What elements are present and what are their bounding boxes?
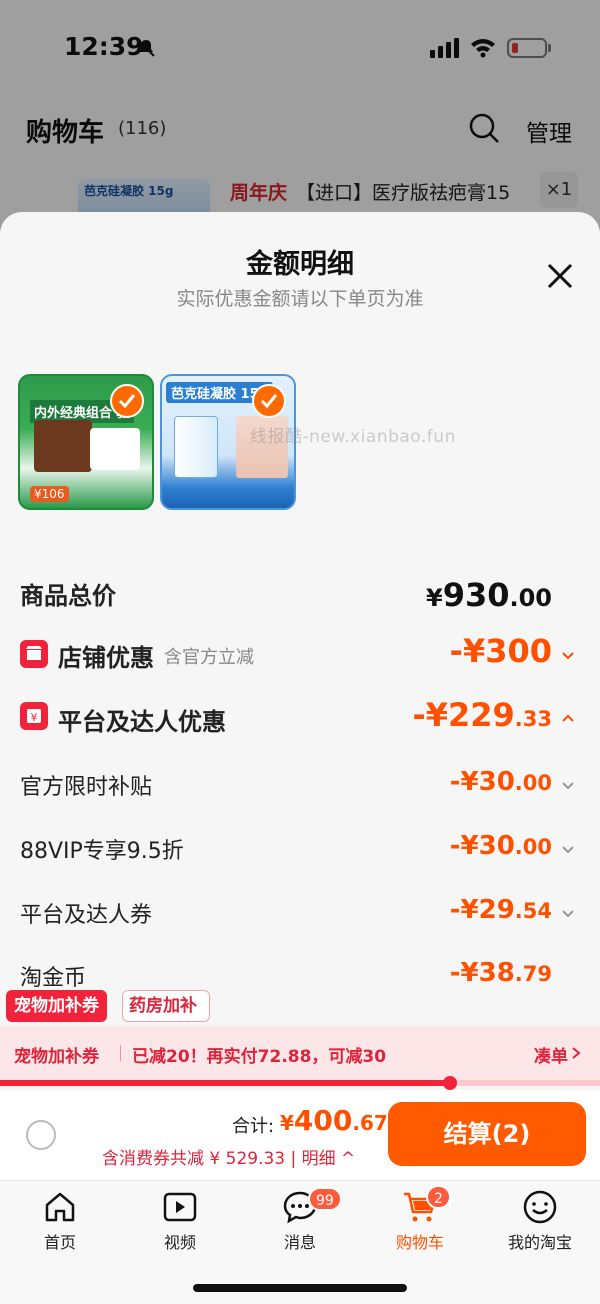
price-dec: .67 xyxy=(352,1111,388,1135)
price-int: -¥38 xyxy=(449,958,515,988)
tab-label: 消息 xyxy=(283,1233,316,1252)
shop-discount-label: 店铺优惠 xyxy=(58,644,154,672)
product-2-tube xyxy=(174,416,218,478)
sum-value: ¥400.67 xyxy=(280,1104,388,1137)
chevron-down-icon[interactable] xyxy=(560,778,576,794)
price-dec: .33 xyxy=(514,707,552,731)
platform-discount-value[interactable]: -¥229.33 xyxy=(412,696,552,734)
price-int: -¥300 xyxy=(449,632,552,670)
taojinbi-value: -¥38.79 xyxy=(450,958,552,988)
coupon-tab-pet[interactable]: 宠物加补券 xyxy=(6,990,107,1022)
price-int: -¥30 xyxy=(449,767,515,797)
price-int: -¥30 xyxy=(449,831,515,861)
select-all-checkbox[interactable] xyxy=(26,1120,56,1150)
profile-icon xyxy=(523,1190,557,1224)
promo-label: 宠物加补券 xyxy=(14,1047,99,1067)
price-int: -¥229 xyxy=(412,696,515,734)
product-1-price: ¥106 xyxy=(30,486,69,502)
checkmark-icon[interactable] xyxy=(252,384,286,418)
home-indicator xyxy=(193,1284,407,1292)
tab-profile[interactable]: 我的淘宝 xyxy=(480,1189,600,1259)
shop-discount-note: 含官方立减 xyxy=(164,647,254,668)
progress-fill xyxy=(0,1080,450,1086)
product-image-pet-combo[interactable]: 内外经典组合 驱 ¥106 xyxy=(18,374,154,510)
tab-video[interactable]: 视频 xyxy=(120,1189,240,1259)
platform-coupon-label: 平台及达人券 xyxy=(20,903,153,928)
currency-symbol: ¥ xyxy=(425,584,443,612)
cart-badge: 2 xyxy=(426,1185,451,1209)
price-int: -¥29 xyxy=(449,895,515,925)
messages-badge: 99 xyxy=(308,1187,342,1211)
checkmark-icon[interactable] xyxy=(110,384,144,418)
price-dec: .79 xyxy=(514,962,552,986)
chevron-down-icon[interactable] xyxy=(560,842,576,858)
home-icon xyxy=(45,1192,75,1222)
shop-icon xyxy=(20,640,48,668)
tab-cart[interactable]: 购物车 xyxy=(360,1189,480,1259)
checkout-bar: 合计: ¥400.67 含消费券共减 ¥ 529.33 | 明细 ^ 结算(2) xyxy=(0,1090,600,1180)
total-price-label: 商品总价 xyxy=(20,582,116,610)
price-int: 400 xyxy=(293,1104,353,1137)
promo-bar[interactable]: 宠物加补券 已减20！再实付72.88，可减30 凑单 xyxy=(0,1026,600,1082)
tab-label: 购物车 xyxy=(395,1233,444,1252)
product-1-box-2 xyxy=(90,428,140,470)
discount-summary-link[interactable]: 含消费券共减 ¥ 529.33 | 明细 ^ xyxy=(102,1144,355,1169)
promo-progress-bar xyxy=(0,1076,600,1090)
price-dec: .00 xyxy=(514,835,552,859)
tab-label: 视频 xyxy=(163,1233,196,1252)
watermark: 线报酷-new.xianbao.fun xyxy=(250,427,456,447)
video-icon xyxy=(163,1192,197,1222)
tab-home[interactable]: 首页 xyxy=(0,1189,120,1259)
total-price-value: ¥930.00 xyxy=(426,576,552,614)
sheet-title: 金额明细 xyxy=(246,249,354,280)
price-dec: .00 xyxy=(509,584,552,612)
chevron-up-icon[interactable] xyxy=(560,710,576,726)
checkout-button[interactable]: 结算(2) xyxy=(388,1102,586,1166)
coupon-tab-pharmacy[interactable]: 药房加补 xyxy=(122,990,210,1022)
official-subsidy-label: 官方限时补贴 xyxy=(20,775,153,800)
svg-text:¥: ¥ xyxy=(31,711,38,724)
close-icon[interactable] xyxy=(544,260,576,292)
sheet-subtitle: 实际优惠金额请以下单页为准 xyxy=(176,288,424,310)
tab-messages[interactable]: 消息 xyxy=(240,1189,360,1259)
vip-discount-value[interactable]: -¥30.00 xyxy=(450,831,552,861)
price-dec: .54 xyxy=(514,899,552,923)
price-int: 930 xyxy=(442,576,510,614)
currency-symbol: ¥ xyxy=(280,1111,294,1135)
promo-text: 已减20！再实付72.88，可减30 xyxy=(132,1047,387,1067)
sum-label: 合计: xyxy=(232,1116,275,1137)
product-1-box xyxy=(34,420,92,472)
platform-coupon-icon: ¥ xyxy=(20,702,48,730)
taojinbi-label: 淘金币 xyxy=(20,966,87,991)
official-subsidy-value[interactable]: -¥30.00 xyxy=(450,767,552,797)
add-items-link[interactable]: 凑单 xyxy=(534,1042,568,1067)
chevron-down-icon[interactable] xyxy=(560,906,576,922)
tab-label: 我的淘宝 xyxy=(507,1233,572,1252)
platform-discount-label: 平台及达人优惠 xyxy=(58,708,226,736)
chevron-down-icon[interactable] xyxy=(560,648,576,664)
shop-discount-value[interactable]: -¥300 xyxy=(450,632,552,670)
chevron-right-icon[interactable] xyxy=(570,1046,582,1060)
amount-detail-sheet: 金额明细 实际优惠金额请以下单页为准 内外经典组合 驱 ¥106 芭克硅凝胶 1… xyxy=(0,212,600,1092)
price-dec: .00 xyxy=(514,771,552,795)
promo-divider xyxy=(120,1045,121,1061)
vip-discount-label: 88VIP专享9.5折 xyxy=(20,839,184,864)
platform-coupon-value[interactable]: -¥29.54 xyxy=(450,895,552,925)
tab-label: 首页 xyxy=(43,1233,76,1252)
progress-handle xyxy=(443,1076,457,1090)
